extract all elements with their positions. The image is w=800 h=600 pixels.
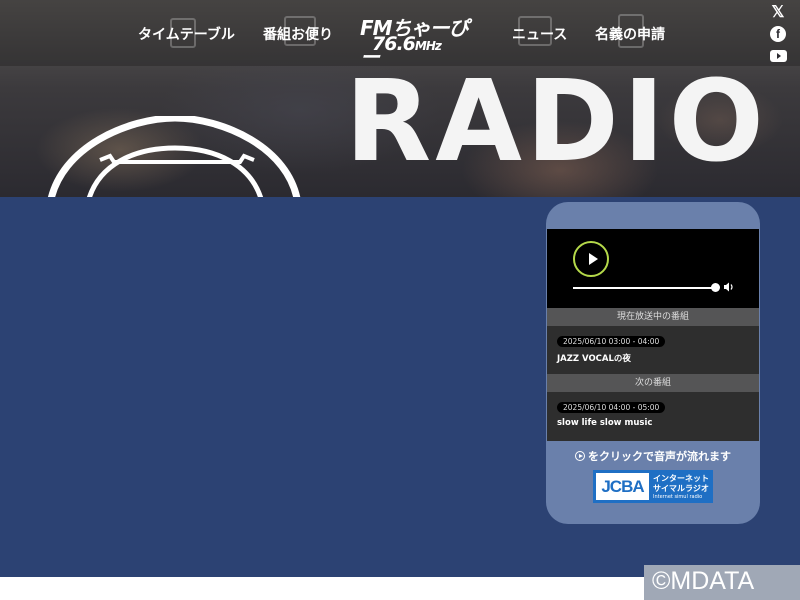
x-icon[interactable]: 𝕏 <box>770 4 786 21</box>
progress-handle[interactable] <box>711 283 720 292</box>
logo-freq-unit: MHz <box>414 39 442 53</box>
next-program-time: 2025/06/10 04:00 - 05:00 <box>557 402 666 413</box>
youtube-play-icon <box>777 53 781 59</box>
next-program-panel: 2025/06/10 04:00 - 05:00 slow life slow … <box>547 392 759 441</box>
now-playing-time: 2025/06/10 03:00 - 04:00 <box>557 336 666 347</box>
jcba-line3: Internet simul radio <box>653 494 703 500</box>
logo-freq-number: 76.6 <box>372 33 416 55</box>
nav-timetable[interactable]: タイムテーブル <box>138 24 235 44</box>
facebook-icon[interactable]: f <box>770 26 786 42</box>
radio-player-card: 現在放送中の番組 2025/06/10 03:00 - 04:00 JAZZ V… <box>546 202 760 524</box>
headphone-icon <box>48 116 301 197</box>
now-playing-panel: 2025/06/10 03:00 - 04:00 JAZZ VOCALの夜 <box>547 326 759 374</box>
now-playing-title: JAZZ VOCALの夜 <box>557 354 631 364</box>
volume-icon[interactable] <box>723 281 735 293</box>
now-playing-header: 現在放送中の番組 <box>547 308 759 326</box>
youtube-icon[interactable] <box>770 50 787 62</box>
play-circle-icon <box>575 451 585 461</box>
jcba-line2: サイマルラジオ <box>653 484 709 493</box>
jcba-logo: JCBA <box>596 473 649 500</box>
play-instruction: をクリックで音声が流れます <box>546 448 760 464</box>
jcba-banner[interactable]: JCBA インターネット サイマルラジオ Internet simul radi… <box>593 470 713 503</box>
next-program-header: 次の番組 <box>547 374 759 392</box>
nav-name-application[interactable]: 名義の申請 <box>595 24 665 44</box>
station-logo[interactable]: FMちゃーぴー 76.6MHz <box>360 12 485 69</box>
play-instruction-text: をクリックで音声が流れます <box>588 450 731 463</box>
watermark: ©MDATA <box>652 567 755 595</box>
nav-news[interactable]: ニュース <box>512 24 567 44</box>
audio-player <box>547 229 759 308</box>
hero-radio-text: RADIO <box>345 57 768 187</box>
next-program-title: slow life slow music <box>557 418 653 428</box>
play-button[interactable] <box>573 241 609 277</box>
logo-frequency: 76.6MHz <box>372 33 442 55</box>
progress-bar[interactable] <box>573 287 715 289</box>
nav-letters[interactable]: 番組お便り <box>263 24 333 44</box>
